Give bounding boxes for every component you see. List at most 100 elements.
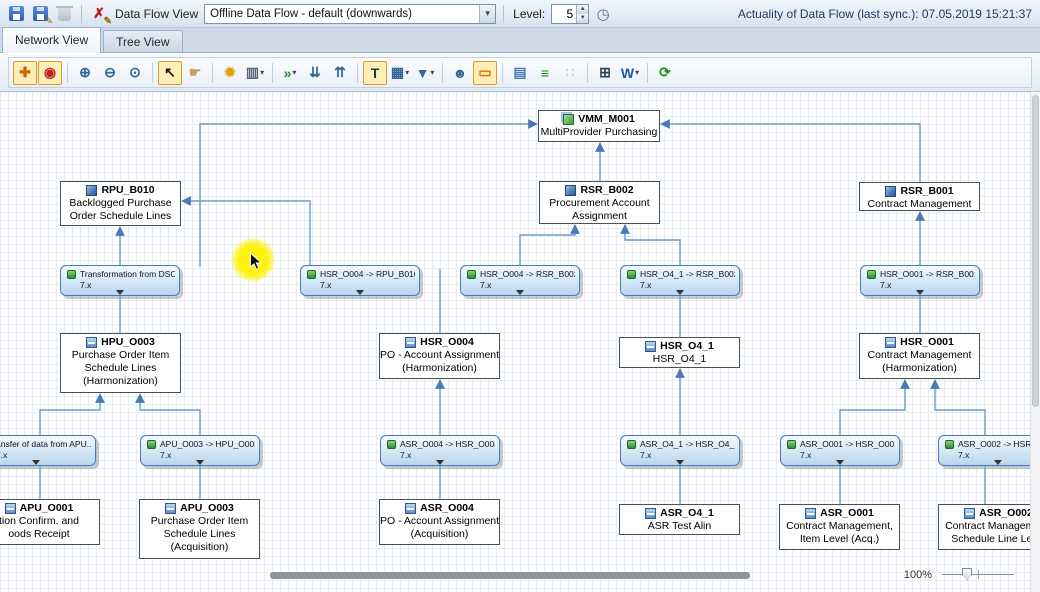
node-description-line: MultiProvider Purchasing <box>539 126 659 139</box>
collapse-handle-icon[interactable] <box>436 460 444 465</box>
filter-icon[interactable]: ▼▾ <box>413 61 437 85</box>
transformation-hsr-o001-rsr-b001[interactable]: HSR_O001 -> RSR_B0017.x <box>860 265 980 296</box>
run-icon-caret[interactable]: ▾ <box>292 68 296 77</box>
transformation-label: Transformation from DSO HP... <box>80 269 175 280</box>
transformation-apu-o003-hpu-o003[interactable]: APU_O003 -> HPU_O0037.x <box>140 435 260 466</box>
zoom-out-icon[interactable]: ⊖ <box>98 61 122 85</box>
transformation-asr-o004-hsr-o004[interactable]: ASR_O004 -> HSR_O0047.x <box>380 435 500 466</box>
collapse-handle-icon[interactable] <box>994 460 1002 465</box>
node-HPU_O003[interactable]: HPU_O003Purchase Order ItemSchedule Line… <box>60 333 181 393</box>
collapse-handle-icon[interactable] <box>836 460 844 465</box>
collapse-all-icon[interactable]: ⇊ <box>303 61 327 85</box>
layout-columns-icon-caret[interactable]: ▾ <box>260 68 264 77</box>
filter-icon-caret[interactable]: ▾ <box>430 68 434 77</box>
node-ASR_O001[interactable]: ASR_O001Contract Management,Item Level (… <box>779 504 900 550</box>
transformation-transformation-from-dso-hp-[interactable]: Transformation from DSO HP...7.x <box>60 265 180 296</box>
collapse-handle-icon[interactable] <box>116 290 124 295</box>
node-HSR_O004[interactable]: HSR_O004PO - Account Assignment(Harmoniz… <box>379 333 500 379</box>
transformation-icon <box>627 270 636 279</box>
zoom-slider[interactable] <box>942 567 1014 582</box>
horizontal-scrollbar-thumb[interactable] <box>270 572 750 579</box>
node-RSR_B001[interactable]: RSR_B001Contract Management <box>859 182 980 211</box>
table-view-icon-caret[interactable]: ▾ <box>405 68 409 77</box>
print-icon[interactable]: ▤ <box>508 61 532 85</box>
transformation-asr-o4-1-hsr-o4-1[interactable]: ASR_O4_1 -> HSR_O4_17.x <box>620 435 740 466</box>
transformation-hsr-o004-rsr-b002[interactable]: HSR_O004 -> RSR_B0027.x <box>460 265 580 296</box>
clock-icon[interactable]: ◷ <box>593 4 613 24</box>
text-mode-icon[interactable]: T <box>363 61 387 85</box>
node-VMM_M001[interactable]: VMM_M001MultiProvider Purchasing <box>538 110 660 142</box>
node-APU_O003[interactable]: APU_O003Purchase Order ItemSchedule Line… <box>139 499 260 559</box>
dso-icon <box>805 508 816 519</box>
node-ASR_O4_1[interactable]: ASR_O4_1ASR Test Alin <box>619 504 740 535</box>
diagram-canvas[interactable]: VMM_M001MultiProvider Purchasing RPU_B010… <box>0 92 1040 592</box>
dso-icon <box>86 337 97 348</box>
node-description-line: PO - Account Assignment <box>380 349 499 362</box>
refresh-icon[interactable]: ⟳ <box>653 61 677 85</box>
diagram-toolbar-strip: ✚◉⊕⊖⊙↖☛✹▥▾»▾⇊⇈T▦▾▼▾☻▭▤≡∷⊞W▾⟳ <box>0 53 1040 92</box>
sync-status: Actuality of Data Flow (last sync.): 07.… <box>738 7 1034 21</box>
data-flow-select[interactable]: Offline Data Flow - default (downwards) … <box>204 4 496 24</box>
edit-data-flow-icon[interactable]: ✗✎ <box>89 4 109 24</box>
collapse-handle-icon[interactable] <box>916 290 924 295</box>
collapse-handle-icon[interactable] <box>196 460 204 465</box>
collapse-handle-icon[interactable] <box>32 460 40 465</box>
zoom-100-icon[interactable]: ⊙ <box>123 61 147 85</box>
vertical-scrollbar-thumb[interactable] <box>1032 95 1039 407</box>
frame-icon[interactable]: ▭ <box>473 61 497 85</box>
pan-mode-icon[interactable]: ☛ <box>183 61 207 85</box>
transformation-asr-o001-hsr-o001[interactable]: ASR_O001 -> HSR_O0017.x <box>780 435 900 466</box>
run-icon[interactable]: »▾ <box>278 61 302 85</box>
toolbar-separator <box>272 63 273 83</box>
transformation-version: 7.x <box>160 450 255 461</box>
node-description-line: Contract Management <box>860 349 979 362</box>
node-APU_O001[interactable]: APU_O001tion Confirm. andoods Receipt <box>0 499 100 545</box>
zoom-in-icon[interactable]: ⊕ <box>73 61 97 85</box>
level-label: Level: <box>511 7 547 21</box>
node-title: ASR_O4_1 <box>620 507 739 520</box>
node-RPU_B010[interactable]: RPU_B010Backlogged PurchaseOrder Schedul… <box>60 181 181 226</box>
zoom-slider-thumb[interactable] <box>962 568 972 581</box>
node-description-line: tion Confirm. and <box>0 515 99 528</box>
node-HSR_O001[interactable]: HSR_O001Contract Management(Harmonizatio… <box>859 333 980 379</box>
level-up-icon[interactable]: ▲ <box>577 5 588 14</box>
collapse-handle-icon[interactable] <box>356 290 364 295</box>
collapse-handle-icon[interactable] <box>676 290 684 295</box>
save-icon[interactable] <box>6 4 26 24</box>
node-ASR_O004[interactable]: ASR_O004PO - Account Assignment(Acquisit… <box>379 499 500 545</box>
layers-icon[interactable]: ≡ <box>533 61 557 85</box>
transformation-ansfer-of-data-from-apu-[interactable]: ansfer of data from APU...7.x <box>0 435 96 466</box>
level-spinner[interactable]: 5 ▲▼ <box>551 4 589 24</box>
tab-tree-view[interactable]: Tree View <box>103 30 182 52</box>
align-grid-icon: ✚ <box>19 64 31 81</box>
vertical-scrollbar[interactable] <box>1030 92 1040 592</box>
expand-all-icon[interactable]: ⇈ <box>328 61 352 85</box>
node-RSR_B002[interactable]: RSR_B002Procurement AccountAssignment <box>539 181 660 224</box>
grid-table-icon[interactable]: ⊞ <box>593 61 617 85</box>
node-ASR_O002[interactable]: ASR_O002Contract Management,Schedule Lin… <box>938 504 1040 550</box>
anchor-icon[interactable]: ◉ <box>38 61 62 85</box>
table-view-icon[interactable]: ▦▾ <box>388 61 412 85</box>
chevron-down-icon[interactable]: ▾ <box>479 5 495 23</box>
word-export-icon[interactable]: W▾ <box>618 61 642 85</box>
save-as-icon[interactable]: ✎ <box>30 4 50 24</box>
layout-columns-icon[interactable]: ▥▾ <box>243 61 267 85</box>
word-export-icon-caret[interactable]: ▾ <box>635 68 639 77</box>
node-description-line: (Harmonization) <box>61 375 180 388</box>
select-mode-icon[interactable]: ↖ <box>158 61 182 85</box>
collapse-handle-icon[interactable] <box>516 290 524 295</box>
toolbar-separator <box>587 63 588 83</box>
transformation-asr-o002-hsr-o002[interactable]: ASR_O002 -> HSR_O0027.x <box>938 435 1040 466</box>
users-icon[interactable]: ☻ <box>448 61 472 85</box>
node-HSR_O4_1[interactable]: HSR_O4_1HSR_O4_1 <box>619 337 740 368</box>
tab-network-view[interactable]: Network View <box>2 27 101 52</box>
transformation-hsr-o004-rpu-b010[interactable]: HSR_O004 -> RPU_B0107.x <box>300 265 420 296</box>
level-down-icon[interactable]: ▼ <box>577 14 588 23</box>
dso-icon <box>645 341 656 352</box>
align-grid-icon[interactable]: ✚ <box>13 61 37 85</box>
node-id: VMM_M001 <box>578 113 635 126</box>
collapse-handle-icon[interactable] <box>676 460 684 465</box>
dso-icon <box>645 508 656 519</box>
transformation-hsr-o4-1-rsr-b002[interactable]: HSR_O4_1 -> RSR_B0027.x <box>620 265 740 296</box>
highlight-effect-icon[interactable]: ✹ <box>218 61 242 85</box>
